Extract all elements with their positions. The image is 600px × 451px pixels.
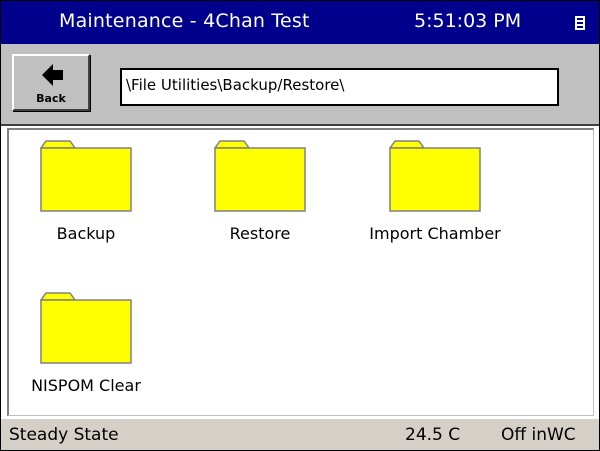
folder-import-chamber[interactable]: Import Chamber (345, 140, 525, 243)
menu-icon[interactable] (574, 15, 586, 31)
folder-label: Import Chamber (369, 224, 501, 243)
folder-icon (389, 140, 481, 212)
device-screen: Maintenance - 4Chan Test 5:51:03 PM Back… (0, 0, 600, 451)
status-temperature: 24.5 C (405, 425, 461, 445)
status-pressure: Off inWC (501, 425, 576, 445)
folder-restore[interactable]: Restore (170, 140, 350, 243)
folder-backup[interactable]: Backup (0, 140, 176, 243)
left-arrow-icon (42, 64, 63, 86)
title-bar: Maintenance - 4Chan Test 5:51:03 PM (1, 1, 599, 44)
folder-icon (40, 292, 132, 364)
folder-label: Restore (229, 224, 291, 243)
toolbar: Back \File Utilities\Backup/Restore\ (1, 44, 599, 126)
folder-label: Backup (56, 224, 116, 243)
status-bar: Steady State 24.5 C Off inWC (1, 419, 599, 450)
back-button-label: Back (36, 92, 66, 105)
folder-nispom-clear[interactable]: NISPOM Clear (0, 292, 176, 395)
path-field[interactable]: \File Utilities\Backup/Restore\ (120, 68, 559, 106)
folder-view: Backup Restore Import Chamber NISPOM Cle… (7, 128, 594, 416)
status-state: Steady State (9, 425, 119, 445)
folder-icon (214, 140, 306, 212)
clock: 5:51:03 PM (414, 10, 522, 32)
folder-label: NISPOM Clear (31, 376, 141, 395)
window-title: Maintenance - 4Chan Test (59, 10, 310, 32)
folder-icon (40, 140, 132, 212)
back-button[interactable]: Back (12, 54, 90, 111)
